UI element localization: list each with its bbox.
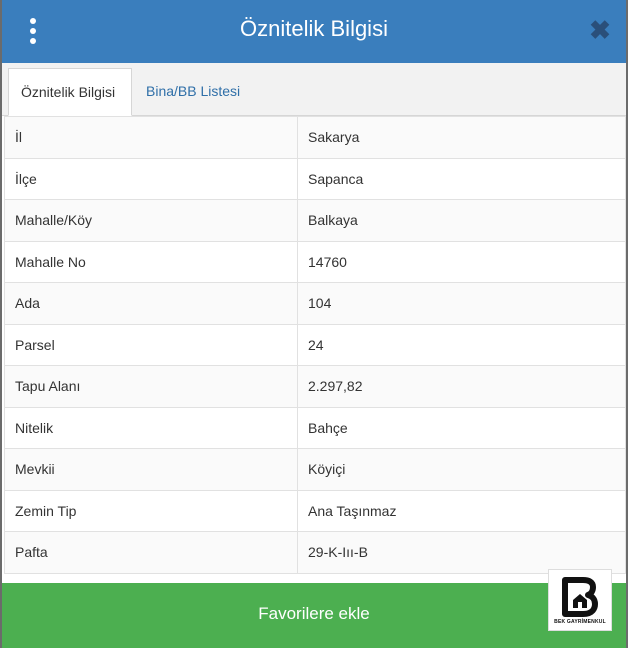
table-row: Nitelik Bahçe — [4, 406, 626, 449]
table-row: İl Sakarya — [4, 116, 626, 159]
attribute-key: Tapu Alanı — [4, 365, 298, 408]
attribute-key: Mahalle/Köy — [4, 199, 298, 242]
close-icon[interactable]: ✖ — [588, 17, 612, 43]
table-row: Parsel 24 — [4, 323, 626, 366]
attribute-value: 2.297,82 — [297, 365, 626, 408]
table-row: Pafta 29-K-Iıı-B — [4, 531, 626, 574]
attribute-value: Sakarya — [297, 116, 626, 159]
attribute-value: 24 — [297, 323, 626, 366]
attribute-key: Mahalle No — [4, 240, 298, 283]
add-to-favorites-button[interactable]: Favorilere ekle — [2, 583, 626, 648]
table-row: Ada 104 — [4, 282, 626, 325]
company-logo: BEK GAYRİMENKUL — [548, 569, 612, 631]
attribute-value: Bahçe — [297, 406, 626, 449]
attribute-value: Köyiçi — [297, 448, 626, 491]
attribute-key: Zemin Tip — [4, 489, 298, 532]
table-row: Mahalle No 14760 — [4, 240, 626, 283]
tab-bar: Öznitelik Bilgisi Bina/BB Listesi — [2, 63, 626, 116]
attribute-key: İlçe — [4, 157, 298, 200]
attribute-table: İl Sakarya İlçe Sapanca Mahalle/Köy Balkaya Ma… — [4, 116, 626, 574]
attribute-value: Ana Taşınmaz — [297, 489, 626, 532]
bek-logo-mark — [562, 577, 598, 617]
attribute-key: Nitelik — [4, 406, 298, 449]
attribute-key: Parsel — [4, 323, 298, 366]
attribute-value: 104 — [297, 282, 626, 325]
table-row: Tapu Alanı 2.297,82 — [4, 365, 626, 408]
attribute-value: Sapanca — [297, 157, 626, 200]
attribute-key: Mevkii — [4, 448, 298, 491]
dialog-title: Öznitelik Bilgisi — [240, 16, 388, 41]
table-row: Mahalle/Köy Balkaya — [4, 199, 626, 242]
attribute-value: Balkaya — [297, 199, 626, 242]
attribute-key: İl — [4, 116, 298, 159]
tab-building-list[interactable]: Bina/BB Listesi — [134, 68, 252, 115]
table-row: Mevkii Köyiçi — [4, 448, 626, 491]
attribute-value: 29-K-Iıı-B — [297, 531, 626, 574]
attribute-info-dialog: Öznitelik Bilgisi ✖ Öznitelik Bilgisi Bi… — [0, 0, 628, 648]
attribute-value: 14760 — [297, 240, 626, 283]
tab-attribute-info[interactable]: Öznitelik Bilgisi — [8, 68, 132, 116]
attribute-key: Ada — [4, 282, 298, 325]
dialog-header: Öznitelik Bilgisi ✖ — [2, 0, 626, 63]
table-row: İlçe Sapanca — [4, 157, 626, 200]
attribute-key: Pafta — [4, 531, 298, 574]
table-row: Zemin Tip Ana Taşınmaz — [4, 489, 626, 532]
logo-caption: BEK GAYRİMENKUL — [554, 619, 606, 625]
